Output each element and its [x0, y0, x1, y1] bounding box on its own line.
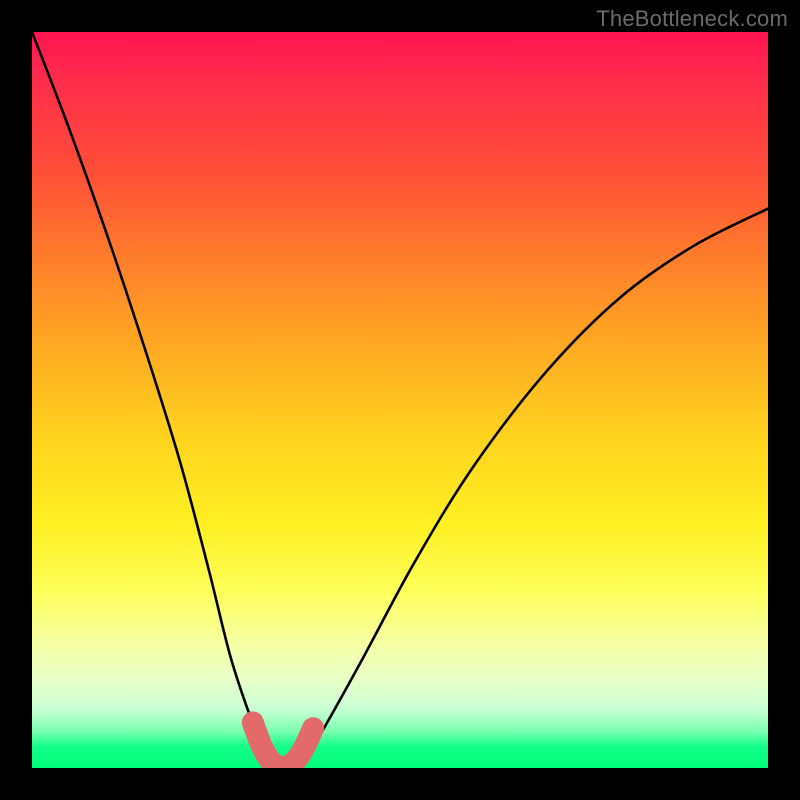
bottleneck-curve [32, 32, 768, 768]
chart-frame: TheBottleneck.com [0, 0, 800, 800]
curve-layer [32, 32, 768, 768]
plot-area [32, 32, 768, 768]
watermark-label: TheBottleneck.com [596, 6, 788, 32]
highlighted-minimum [253, 722, 313, 767]
